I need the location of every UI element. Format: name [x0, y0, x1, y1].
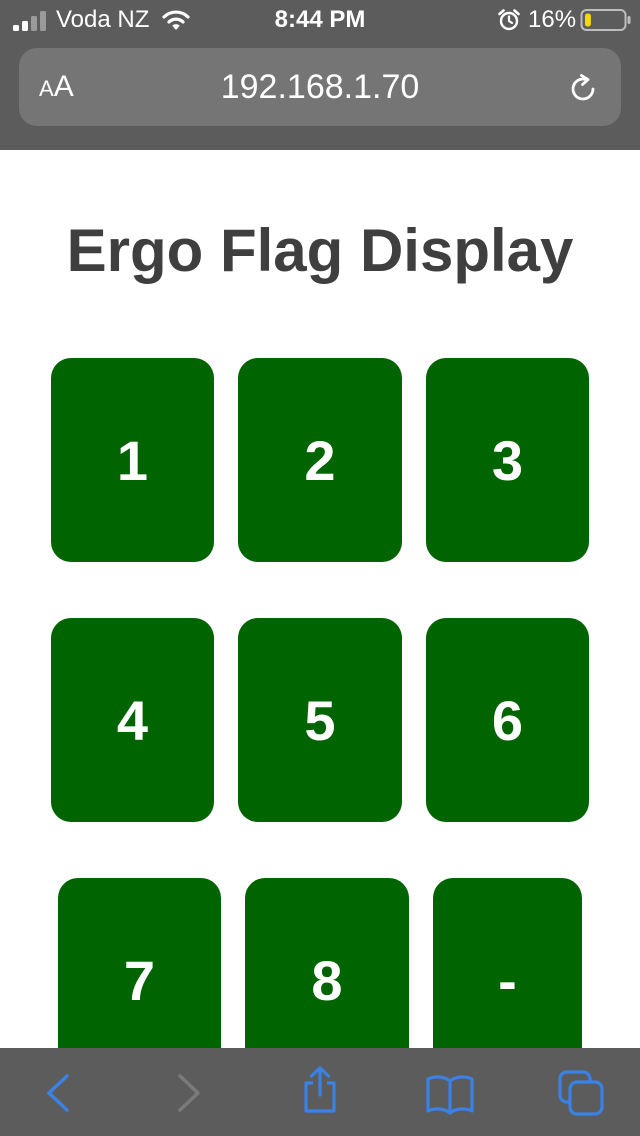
share-icon[interactable]: [295, 1065, 345, 1115]
flag-button-6[interactable]: 6: [426, 618, 589, 822]
battery-percent: 16%: [528, 6, 577, 33]
status-bar: Voda NZ 8:44 PM 16%: [0, 0, 640, 40]
reload-icon[interactable]: [566, 72, 600, 106]
screen: Voda NZ 8:44 PM 16% AA 192.168.1.70 Ergo…: [0, 0, 640, 1136]
bookmarks-icon[interactable]: [425, 1068, 475, 1118]
back-icon[interactable]: [33, 1068, 83, 1118]
flag-button-1[interactable]: 1: [51, 358, 214, 562]
flag-button-5[interactable]: 5: [238, 618, 402, 822]
battery-icon: [580, 9, 631, 31]
alarm-icon: [498, 9, 520, 31]
flag-button-3[interactable]: 3: [426, 358, 589, 562]
forward-icon[interactable]: [164, 1068, 214, 1118]
flag-button-4[interactable]: 4: [51, 618, 214, 822]
browser-chrome: Voda NZ 8:44 PM 16% AA 192.168.1.70: [0, 0, 640, 150]
flag-button-2[interactable]: 2: [238, 358, 402, 562]
page-title: Ergo Flag Display: [66, 217, 574, 284]
tabs-icon[interactable]: [556, 1068, 606, 1118]
browser-toolbar: [0, 1048, 640, 1136]
address-bar[interactable]: AA 192.168.1.70: [19, 48, 621, 126]
url-field[interactable]: 192.168.1.70: [19, 48, 621, 126]
